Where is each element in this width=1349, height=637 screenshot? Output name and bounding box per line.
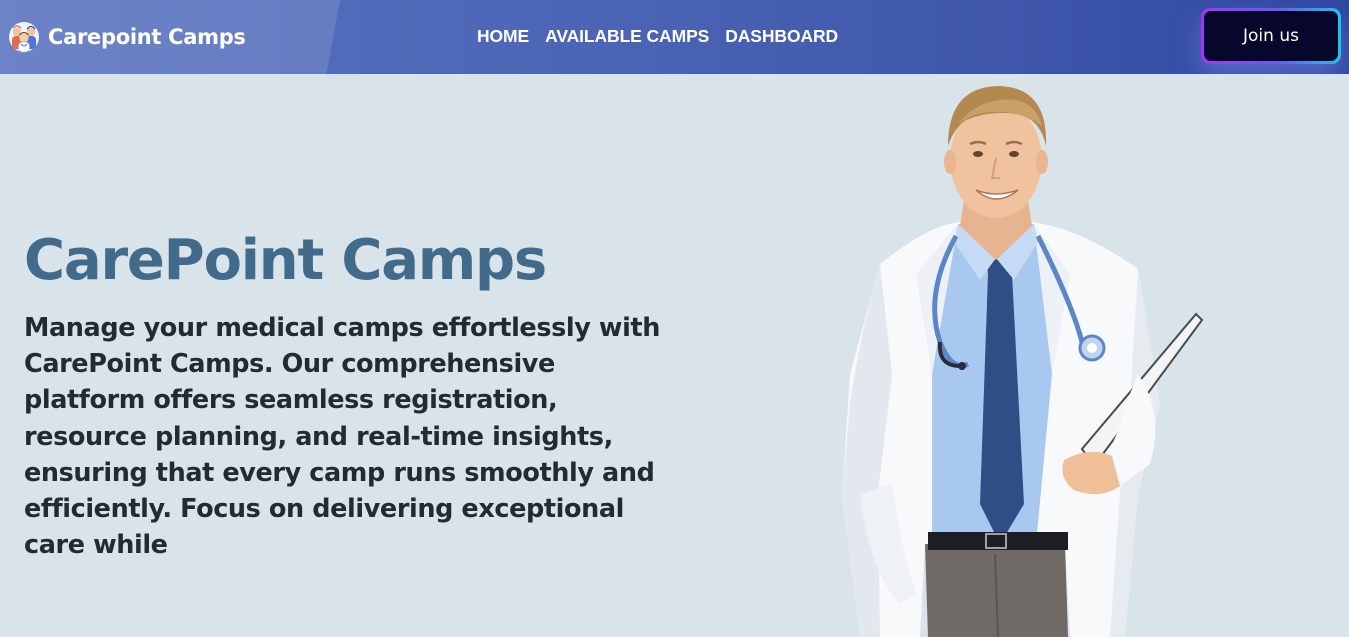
join-button-border: Join us: [1201, 8, 1341, 64]
nav-link-dashboard[interactable]: DASHBOARD: [725, 26, 838, 47]
doctors-group-icon: [9, 22, 39, 53]
brand-name: Carepoint Camps: [48, 25, 246, 49]
main-nav: HOME AVAILABLE CAMPS DASHBOARD: [477, 26, 838, 47]
nav-link-home[interactable]: HOME: [477, 26, 529, 47]
hero-description: Manage your medical camps effortlessly w…: [24, 313, 660, 561]
doctor-image: [842, 86, 1204, 637]
join-us-button[interactable]: Join us: [1204, 11, 1338, 61]
hero-title: CarePoint Camps: [24, 228, 547, 293]
nav-link-available-camps[interactable]: AVAILABLE CAMPS: [545, 26, 709, 47]
brand[interactable]: Carepoint Camps: [8, 18, 246, 56]
navbar: Carepoint Camps HOME AVAILABLE CAMPS DAS…: [0, 0, 1349, 74]
